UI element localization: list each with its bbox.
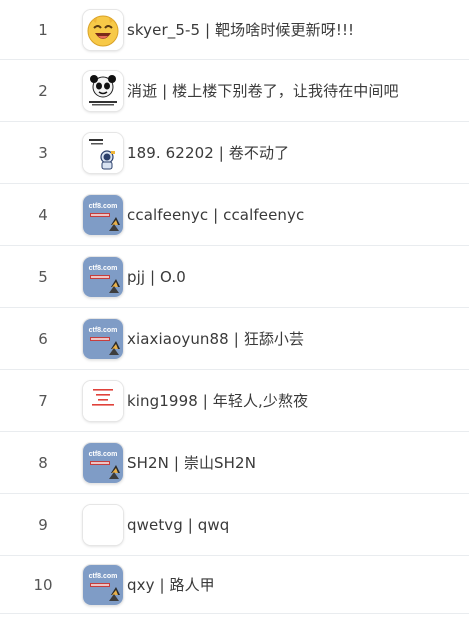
rank-number: 7 <box>38 391 48 410</box>
leaderboard-row-4[interactable]: 4 ctf8.com ccalfeenyc | ccalfeenyc <box>0 184 469 246</box>
ctf8-default-icon[interactable]: ctf8.com <box>83 256 123 297</box>
rank-number: 1 <box>38 20 48 39</box>
ctf8-default-icon[interactable]: ctf8.com <box>83 194 123 235</box>
user-entry-text: SH2N | 崇山SH2N <box>127 454 257 472</box>
rank-number: 2 <box>38 81 48 100</box>
laughing-emoji-icon[interactable] <box>83 9 123 50</box>
leaderboard-row-7[interactable]: 7 king1998 | 年轻人,少熬夜 <box>0 370 469 432</box>
user-entry-text: xiaxiaoyun88 | 狂舔小芸 <box>127 330 305 348</box>
blank-avatar-icon[interactable] <box>83 504 123 545</box>
ctf8-default-icon[interactable]: ctf8.com <box>83 318 123 359</box>
user-entry-text: ccalfeenyc | ccalfeenyc <box>127 205 305 224</box>
rank-number: 3 <box>38 143 48 162</box>
user-entry-text: king1998 | 年轻人,少熬夜 <box>127 392 309 410</box>
rank-number: 6 <box>38 329 48 348</box>
svg-text:ctf8.com: ctf8.com <box>89 203 118 210</box>
leaderboard-row-3[interactable]: 3 189. 62202 | 卷不动了 <box>0 122 469 184</box>
panda-meme-icon[interactable] <box>83 70 123 111</box>
user-entry-text: 189. 62202 | 卷不动了 <box>127 144 290 162</box>
svg-text:ctf8.com: ctf8.com <box>89 265 118 272</box>
rank-number: 5 <box>38 267 48 286</box>
rank-number: 8 <box>38 453 48 472</box>
rank-number: 10 <box>33 575 53 594</box>
leaderboard-row-5[interactable]: 5 ctf8.com pjj | O.0 <box>0 246 469 308</box>
leaderboard-row-8[interactable]: 8 ctf8.com SH2N | 崇山SH2N <box>0 432 469 494</box>
rank-number: 4 <box>38 205 48 224</box>
red-text-note-icon[interactable] <box>83 380 123 421</box>
leaderboard-row-6[interactable]: 6 ctf8.com xiaxiaoyun88 | 狂舔小芸 <box>0 308 469 370</box>
user-entry-text: pjj | O.0 <box>127 267 186 286</box>
svg-text:ctf8.com: ctf8.com <box>89 573 118 580</box>
ctf8-default-icon[interactable]: ctf8.com <box>83 442 123 483</box>
user-entry-text: 消逝 | 楼上楼下别卷了，让我待在中间吧 <box>127 82 399 100</box>
leaderboard-list: 1 skyer_5-5 | 靶场啥时候更新呀!!! 2 消逝 | 楼上楼下别卷了… <box>0 0 469 614</box>
user-entry-text: qwetvg | qwq <box>127 515 230 534</box>
ctf8-default-icon[interactable]: ctf8.com <box>83 564 123 605</box>
leaderboard-row-9[interactable]: 9 qwetvg | qwq <box>0 494 469 556</box>
user-entry-text: qxy | 路人甲 <box>127 576 215 594</box>
svg-text:ctf8.com: ctf8.com <box>89 451 118 458</box>
leaderboard-row-10[interactable]: 10 ctf8.com qxy | 路人甲 <box>0 556 469 614</box>
leaderboard-row-1[interactable]: 1 skyer_5-5 | 靶场啥时候更新呀!!! <box>0 0 469 60</box>
rank-number: 9 <box>38 515 48 534</box>
leaderboard-row-2[interactable]: 2 消逝 | 楼上楼下别卷了，让我待在中间吧 <box>0 60 469 122</box>
svg-text:ctf8.com: ctf8.com <box>89 327 118 334</box>
astronaut-cartoon-icon[interactable] <box>83 132 123 173</box>
user-entry-text: skyer_5-5 | 靶场啥时候更新呀!!! <box>127 21 355 39</box>
